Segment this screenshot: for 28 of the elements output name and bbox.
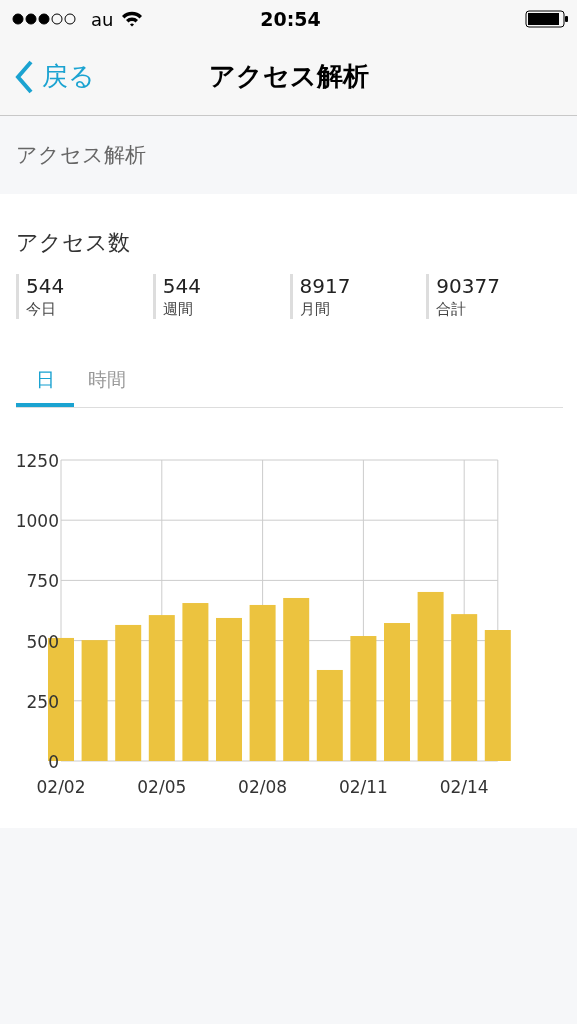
x-axis-label: 02/02 xyxy=(36,777,86,797)
stat-label: 週間 xyxy=(162,300,193,319)
y-axis-label: 1250 xyxy=(15,451,59,471)
chevron-left-icon xyxy=(14,58,34,95)
stat-label: 今日 xyxy=(26,300,56,319)
carrier-name: au xyxy=(91,8,114,30)
section-header: アクセス解析 xyxy=(16,142,146,169)
stat-label: 月間 xyxy=(299,300,330,319)
y-axis-label: 1000 xyxy=(15,511,59,532)
x-axis-label: 02/08 xyxy=(238,777,288,797)
x-axis-label: 02/05 xyxy=(137,777,187,797)
stat-value: 8917 xyxy=(299,274,351,298)
signal-icon xyxy=(12,13,77,25)
stat-value: 544 xyxy=(162,274,201,298)
wifi-icon xyxy=(121,11,144,27)
clock-time: 20:54 xyxy=(260,8,321,30)
x-axis-label: 02/14 xyxy=(439,777,489,797)
stat-label: 合計 xyxy=(436,300,467,319)
tab[interactable]: 時間 xyxy=(74,359,140,407)
tab[interactable]: 日 xyxy=(16,359,74,407)
card-title: アクセス数 xyxy=(16,229,131,257)
stat-value: 90377 xyxy=(436,274,500,298)
x-axis-label: 02/11 xyxy=(338,777,388,797)
screen-title: アクセス解析 xyxy=(208,60,369,93)
battery-icon xyxy=(525,10,569,28)
y-axis-label: 750 xyxy=(26,571,59,592)
stat-value: 544 xyxy=(26,274,65,298)
back-button[interactable]: 戻る xyxy=(0,58,95,95)
